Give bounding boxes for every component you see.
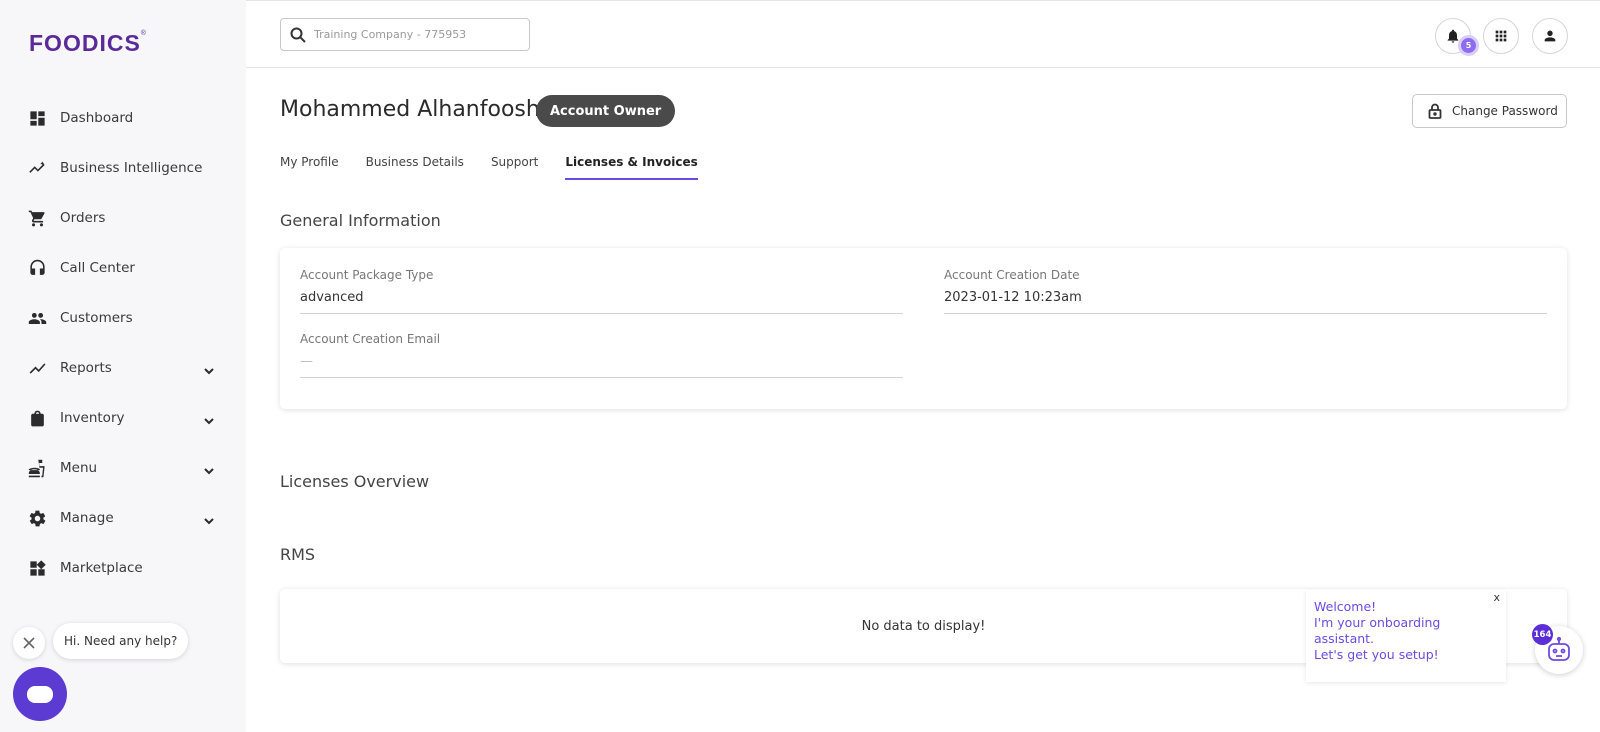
onboarding-popup: x Welcome! I'm your onboarding assistant… [1306,590,1506,682]
chevron-down-icon[interactable] [203,412,215,425]
search-icon [290,27,306,43]
page-title: Mohammed Alhanfoosh [280,97,540,122]
rms-heading: RMS [280,545,316,564]
sidebar-item-dashboard[interactable]: Dashboard [0,93,246,143]
creation-email-field: Account Creation Email — [300,332,903,378]
general-information-heading: General Information [280,211,441,230]
creation-email-label: Account Creation Email [300,332,441,346]
help-close-button[interactable] [13,627,45,659]
cart-icon [27,208,47,228]
sidebar-item-label: Customers [60,310,133,326]
widgets-icon [27,558,47,578]
chat-launcher-button[interactable] [13,667,67,721]
assistant-badge: 164 [1532,624,1553,645]
sidebar-nav: Dashboard Business Intelligence Orders C… [0,93,246,593]
onboarding-line: Welcome! [1314,599,1377,614]
notifications-button[interactable]: 5 [1435,18,1479,56]
gear-icon [27,508,47,528]
topbar: 5 [246,0,1600,68]
headset-icon [27,258,47,278]
tab-licenses-invoices[interactable]: Licenses & Invoices [565,155,698,180]
apps-button[interactable] [1483,18,1519,54]
foodics-logo[interactable]: FOODICS® [29,30,147,57]
person-icon [1544,30,1556,42]
sidebar-item-reports[interactable]: Reports [0,343,246,393]
sidebar-item-marketplace[interactable]: Marketplace [0,543,246,593]
change-password-button[interactable]: Change Password [1412,94,1567,128]
people-icon [27,308,47,328]
onboarding-close-button[interactable]: x [1493,591,1500,604]
chat-icon [27,685,53,703]
apps-grid-icon [1495,30,1507,42]
change-password-label: Change Password [1452,104,1558,118]
sidebar-item-customers[interactable]: Customers [0,293,246,343]
onboarding-line: I'm your onboarding assistant. [1314,615,1441,646]
sidebar-item-label: Reports [60,360,112,376]
sidebar-item-label: Menu [60,460,98,476]
search-input[interactable] [314,28,514,41]
sidebar: FOODICS® Dashboard Business Intelligence… [0,0,246,732]
profile-tabs: My Profile Business Details Support Lice… [280,155,725,180]
general-information-card: Account Package Type advanced Account Cr… [280,248,1567,409]
close-icon [23,637,35,649]
sidebar-item-label: Manage [60,510,114,526]
creation-email-value: — [300,354,903,378]
tab-support[interactable]: Support [491,155,538,180]
sidebar-item-label: Dashboard [60,110,134,126]
notification-badge: 5 [1458,35,1479,56]
sidebar-item-call-center[interactable]: Call Center [0,243,246,293]
food-icon [27,458,47,478]
onboarding-line: Let's get you setup! [1314,647,1439,662]
package-type-field: Account Package Type advanced [300,268,903,314]
creation-date-value: 2023-01-12 10:23am [944,290,1547,314]
creation-date-label: Account Creation Date [944,268,1080,282]
chevron-down-icon[interactable] [203,512,215,525]
chevron-down-icon[interactable] [203,362,215,375]
role-badge: Account Owner [536,95,676,127]
creation-date-field: Account Creation Date 2023-01-12 10:23am [944,268,1547,314]
package-type-value: advanced [300,290,903,314]
sidebar-item-menu[interactable]: Menu [0,443,246,493]
tab-business-details[interactable]: Business Details [366,155,464,180]
bag-icon [27,408,47,428]
sidebar-item-label: Call Center [60,260,135,276]
trending-icon [27,358,47,378]
dashboard-icon [27,108,47,128]
sidebar-item-label: Inventory [60,410,125,426]
sidebar-item-business-intelligence[interactable]: Business Intelligence [0,143,246,193]
sidebar-item-manage[interactable]: Manage [0,493,246,543]
package-type-label: Account Package Type [300,268,434,282]
sidebar-item-inventory[interactable]: Inventory [0,393,246,443]
user-menu-button[interactable] [1532,18,1568,54]
insights-icon [27,158,47,178]
sidebar-item-label: Business Intelligence [60,160,203,176]
lock-icon [1428,103,1442,119]
tab-my-profile[interactable]: My Profile [280,155,339,180]
sidebar-item-label: Marketplace [60,560,143,576]
sidebar-item-label: Orders [60,210,106,226]
chevron-down-icon[interactable] [203,462,215,475]
sidebar-item-orders[interactable]: Orders [0,193,246,243]
search-box[interactable] [280,18,530,51]
help-bubble[interactable]: Hi. Need any help? [53,623,189,659]
licenses-overview-heading: Licenses Overview [280,472,430,491]
